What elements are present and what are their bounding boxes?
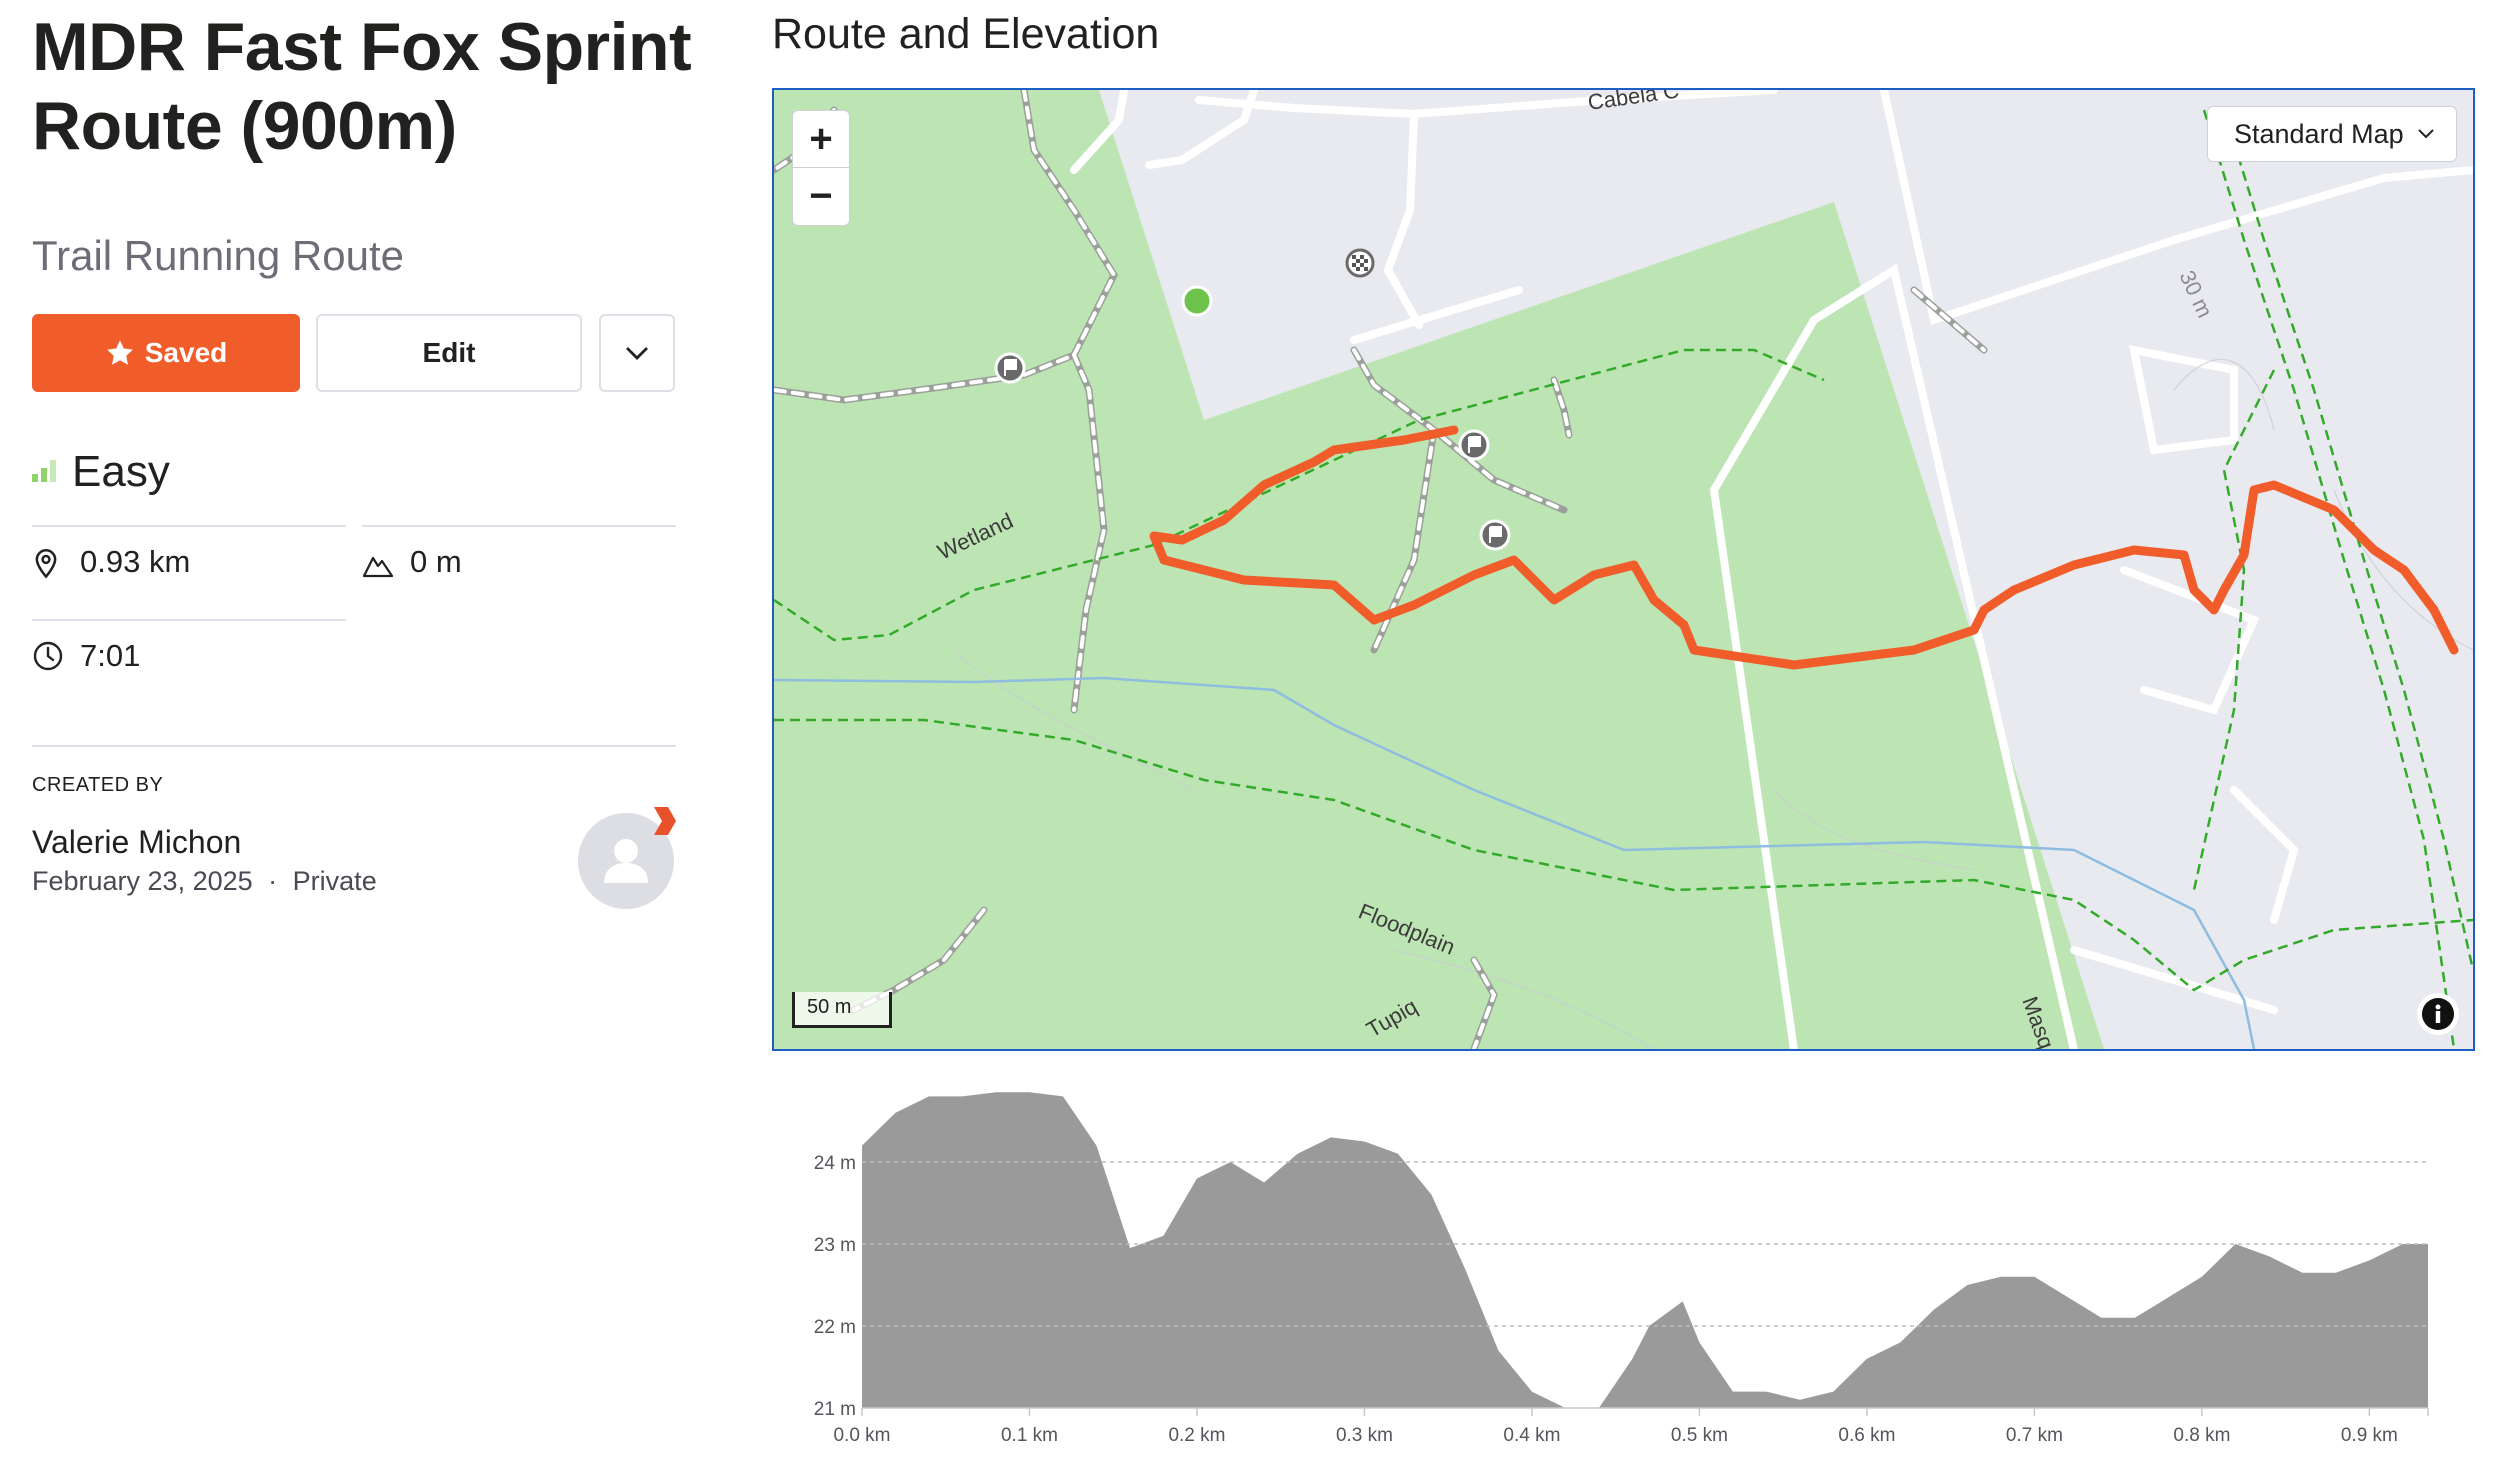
map-canvas[interactable]: Cabela C Wetland Floodplain Tupiq Masq 3… (774, 90, 2473, 1049)
route-type: Trail Running Route (32, 232, 404, 279)
x-tick-label: 0.9 km (2341, 1425, 2398, 1446)
divider (32, 525, 346, 527)
checker-square (1364, 267, 1368, 271)
checker-square (1352, 255, 1356, 259)
x-tick-label: 0.1 km (1001, 1425, 1058, 1446)
start-marker-icon (1181, 285, 1213, 317)
visibility-label: Private (292, 866, 377, 896)
created-by-label: CREATED BY (32, 774, 164, 796)
mountain-elevation-icon (362, 556, 394, 578)
map-style-dropdown[interactable]: Standard Map (2207, 106, 2457, 162)
subscriber-badge-icon (654, 807, 676, 835)
x-tick-label: 0.0 km (833, 1425, 890, 1446)
divider (32, 745, 676, 747)
avatar[interactable] (576, 803, 686, 913)
difficulty-bars-icon (32, 460, 56, 482)
x-tick-label: 0.7 km (2006, 1425, 2063, 1446)
x-tick-label: 0.4 km (1503, 1425, 1560, 1446)
x-tick-label: 0.6 km (1838, 1425, 1895, 1446)
x-tick-label: 0.8 km (2173, 1425, 2230, 1446)
scale-label: 50 m (807, 996, 852, 1018)
divider (32, 619, 346, 621)
y-tick-label: 22 m (814, 1317, 856, 1338)
divider (362, 525, 676, 527)
elevation-gain-value: 0 m (410, 544, 462, 579)
time-value: 7:01 (80, 638, 141, 673)
creator-name[interactable]: Valerie Michon (32, 824, 241, 861)
checker-square (1360, 263, 1364, 267)
saved-label: Saved (144, 337, 228, 368)
scale-bar: 50 m (792, 992, 892, 1028)
x-tick-label: 0.2 km (1168, 1425, 1225, 1446)
info-icon (2422, 998, 2454, 1030)
x-tick-label: 0.3 km (1336, 1425, 1393, 1446)
edit-button[interactable]: Edit (316, 314, 582, 392)
section-title: Route and Elevation (772, 10, 1160, 58)
meta-separator: · (268, 866, 278, 896)
y-tick-label: 23 m (814, 1235, 856, 1256)
zoom-in-button[interactable]: + (792, 110, 850, 168)
zoom-out-button[interactable]: − (792, 168, 850, 226)
clock-icon (33, 641, 63, 671)
chevron-down-icon (626, 347, 648, 360)
created-date: February 23, 2025 (32, 866, 253, 896)
checker-square (1356, 259, 1360, 263)
y-tick-label: 24 m (814, 1153, 856, 1174)
y-tick-label: 21 m (814, 1399, 856, 1420)
distance-value: 0.93 km (80, 544, 191, 579)
route-map[interactable]: Cabela C Wetland Floodplain Tupiq Masq 3… (772, 88, 2475, 1051)
checker-square (1352, 263, 1356, 267)
star-icon (106, 340, 133, 365)
elevation-chart[interactable]: 21 m 22 m 23 m 24 m 0.0 km 0.1 km 0.2 km 0.3 km… (800, 1070, 2460, 1470)
map-style-label: Standard Map (2234, 118, 2404, 149)
location-pin-icon (35, 549, 57, 579)
more-options-button[interactable] (599, 314, 675, 392)
difficulty-label: Easy (72, 447, 170, 496)
route-title: MDR Fast Fox Sprint Route (900m) (32, 9, 692, 164)
info-button[interactable] (2417, 993, 2459, 1035)
checker-square (1364, 259, 1368, 263)
checker-square (1360, 255, 1364, 259)
x-tick-label: 0.5 km (1671, 1425, 1728, 1446)
chevron-down-icon (2418, 129, 2434, 139)
elevation-area (862, 1092, 2428, 1408)
edit-label: Edit (422, 337, 476, 368)
saved-button[interactable]: Saved (32, 314, 300, 392)
created-meta: February 23, 2025 · Private (32, 866, 377, 897)
checker-square (1356, 267, 1360, 271)
